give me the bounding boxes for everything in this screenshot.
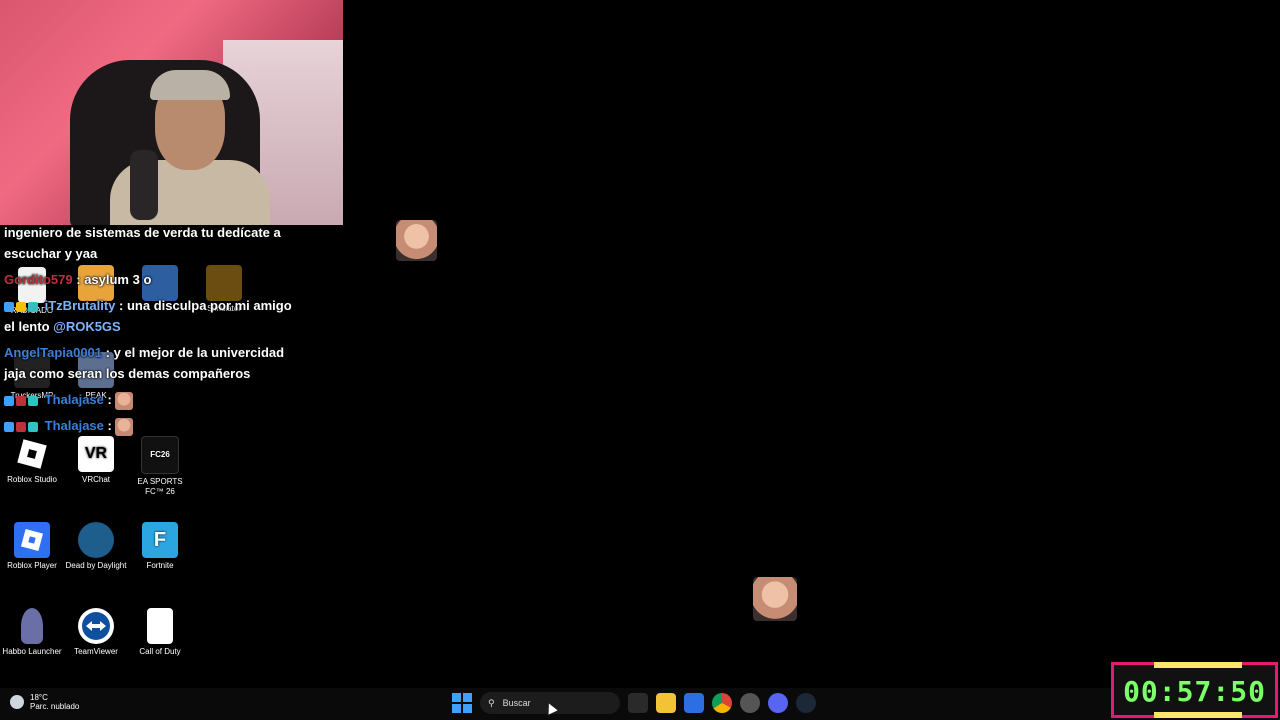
- steam-icon[interactable]: [796, 693, 816, 713]
- dead-by-daylight-icon: [78, 522, 114, 558]
- chat-message: ingeniero de sistemas de verda tu dedíca…: [4, 222, 304, 264]
- vrchat-glyph: VR: [84, 445, 108, 462]
- webcam-overlay: [0, 0, 343, 225]
- desktop-icon-label: Roblox Player: [7, 561, 57, 570]
- desktop-icon-vrchat[interactable]: VR VRChat: [64, 436, 128, 485]
- roblox-studio-glyph: [17, 439, 47, 469]
- clock-app-icon[interactable]: [740, 693, 760, 713]
- chat-message-text: : asylum 3 o: [76, 272, 152, 287]
- floating-emote: [396, 220, 437, 261]
- chat-message: Thalajase :: [4, 389, 304, 410]
- chat-username: Thalajase: [44, 418, 104, 433]
- mail-icon[interactable]: [684, 693, 704, 713]
- chat-message-text: ingeniero de sistemas de verda tu dedíca…: [4, 225, 281, 261]
- badge-icon: [28, 421, 38, 432]
- discord-icon[interactable]: [768, 693, 788, 713]
- emote-icon: [115, 391, 134, 410]
- chat-badges: [4, 395, 38, 406]
- webcam-streamer-cap: [150, 70, 230, 100]
- desktop-icon-teamviewer[interactable]: TeamViewer: [64, 608, 128, 657]
- badge-icon: [4, 421, 14, 432]
- badge-icon: [16, 421, 26, 432]
- desktop-icon-label: EA SPORTS FC™ 26: [137, 477, 183, 496]
- desktop-icon-label: Call of Duty: [139, 647, 181, 656]
- search-icon: ⚲: [488, 697, 495, 708]
- webcam-microphone: [130, 150, 158, 220]
- desktop-icon-label: Dead by Daylight: [65, 561, 127, 570]
- fortnite-icon: F: [142, 522, 178, 558]
- chat-username: Gordito579: [4, 272, 73, 287]
- taskbar: 18°C Parc. nublado ⚲ Buscar: [0, 688, 1280, 720]
- chat-message: Gordito579 : asylum 3 o: [4, 269, 304, 290]
- floating-emote: [753, 577, 797, 621]
- search-label: Buscar: [502, 698, 531, 708]
- badge-icon: [28, 395, 38, 406]
- desktop-icon-label: VRChat: [81, 475, 110, 484]
- chat-badges: [4, 301, 38, 312]
- chat-mention: @ROK5GS: [53, 319, 121, 334]
- cloud-icon: [10, 695, 24, 709]
- desktop-icon-dead-by-daylight[interactable]: Dead by Daylight: [64, 522, 128, 571]
- desktop-icon-label: Roblox Studio: [7, 475, 57, 484]
- desktop-icon-fortnite[interactable]: F Fortnite: [128, 522, 192, 571]
- desktop-icon-label: TeamViewer: [74, 647, 118, 656]
- chat-username: Thalajase: [44, 392, 104, 407]
- task-view-icon[interactable]: [628, 693, 648, 713]
- ea-fc-icon: FC26: [141, 436, 179, 474]
- document-icon: [147, 608, 173, 644]
- badge-icon: [4, 395, 14, 406]
- teamviewer-glyph: [82, 612, 110, 640]
- weather-widget[interactable]: 18°C Parc. nublado: [10, 693, 79, 711]
- desktop-icon-label: Fortnite: [146, 561, 174, 570]
- desktop-icon-call-of-duty[interactable]: Call of Duty: [128, 608, 192, 657]
- chat-message: Thalajase :: [4, 415, 304, 436]
- desktop-icon-habbo[interactable]: Habbo Launcher: [0, 608, 64, 657]
- desktop-icon-label: Habbo Launcher: [2, 647, 62, 656]
- timer-accent-top: [1154, 662, 1242, 668]
- emote-icon: [115, 417, 134, 436]
- vrchat-icon: VR: [78, 436, 114, 472]
- roblox-player-icon: [14, 522, 50, 558]
- desktop-icon-roblox-studio[interactable]: Roblox Studio: [0, 436, 64, 485]
- teamviewer-icon: [78, 608, 114, 644]
- weather-condition: Parc. nublado: [30, 702, 80, 711]
- desktop-icon-roblox-player[interactable]: Roblox Player: [0, 522, 64, 571]
- chat-message: iTzBrutality : una disculpa por mi amigo…: [4, 295, 304, 337]
- chrome-icon[interactable]: [712, 693, 732, 713]
- badge-icon: [4, 301, 14, 312]
- rocket-icon: [21, 608, 43, 644]
- badge-icon: [16, 301, 26, 312]
- file-explorer-icon[interactable]: [656, 693, 676, 713]
- chat-username: AngelTapia0001: [4, 345, 103, 360]
- chat-badges: [4, 421, 38, 432]
- chat-overlay: ingeniero de sistemas de verda tu dedíca…: [4, 222, 304, 441]
- chat-message-text: :: [107, 418, 112, 433]
- ea-fc-glyph: FC26: [150, 450, 170, 459]
- roblox-player-glyph: [20, 528, 44, 552]
- badge-icon: [28, 301, 38, 312]
- roblox-studio-icon: [14, 436, 50, 472]
- timer-accent-bottom: [1154, 712, 1242, 718]
- badge-icon: [16, 395, 26, 406]
- weather-text: 18°C Parc. nublado: [30, 693, 79, 711]
- stream-timer: 00:57:50: [1111, 662, 1278, 718]
- fortnite-glyph: F: [153, 529, 167, 551]
- chat-message-text: :: [107, 392, 112, 407]
- timer-value: 00:57:50: [1123, 675, 1266, 708]
- windows-start-icon[interactable]: [452, 693, 472, 713]
- taskbar-center: ⚲ Buscar: [452, 692, 816, 714]
- desktop-icon-ea-fc[interactable]: FC26 EA SPORTS FC™ 26: [128, 436, 192, 497]
- weather-temperature: 18°C: [30, 693, 48, 702]
- chat-message: AngelTapia0001 : y el mejor de la univer…: [4, 342, 304, 384]
- chat-username: iTzBrutality: [44, 298, 116, 313]
